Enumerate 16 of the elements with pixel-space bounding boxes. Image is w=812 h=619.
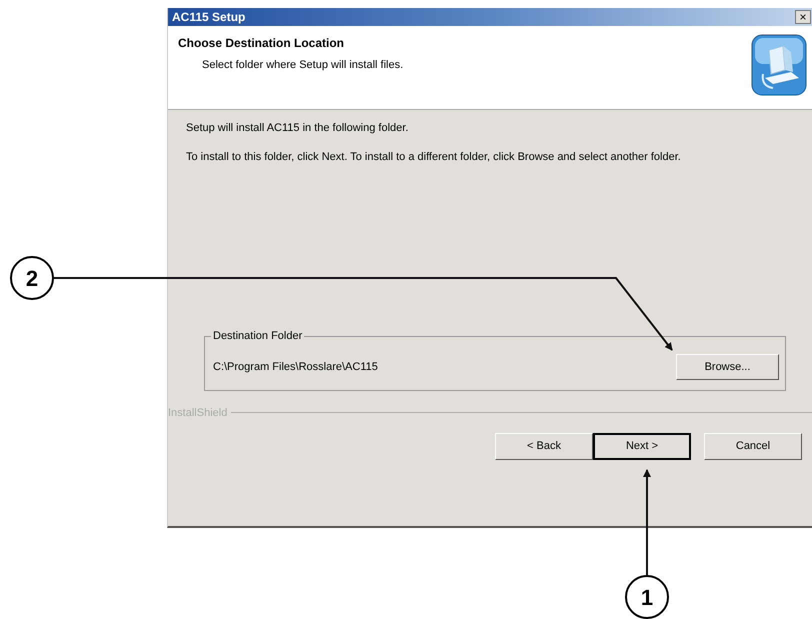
folder-path: C:\Program Files\Rosslare\AC115 [213,360,378,375]
browse-button[interactable]: Browse... [676,354,779,380]
installshield-label: InstallShield [168,406,228,420]
callout-number: 2 [10,256,54,300]
group-label: Destination Folder [211,328,304,342]
wizard-button[interactable]: < Back [495,433,593,460]
wizard-button[interactable]: Next > [593,433,691,460]
header-title: Choose Destination Location [178,35,346,52]
computer-setup-icon [751,34,807,96]
body-text: Setup will install AC115 in the following folder. [186,121,410,136]
callout-number: 1 [625,575,669,619]
body-text: To install to this folder, click Next. To install to a different folder, click Browse and select another folder. [186,150,682,164]
header-subtitle: Select folder where Setup will install files. [202,58,404,73]
close-button[interactable]: × [795,10,811,24]
wizard-button[interactable]: Cancel [704,433,802,460]
window-title: AC115 Setup [172,9,246,26]
